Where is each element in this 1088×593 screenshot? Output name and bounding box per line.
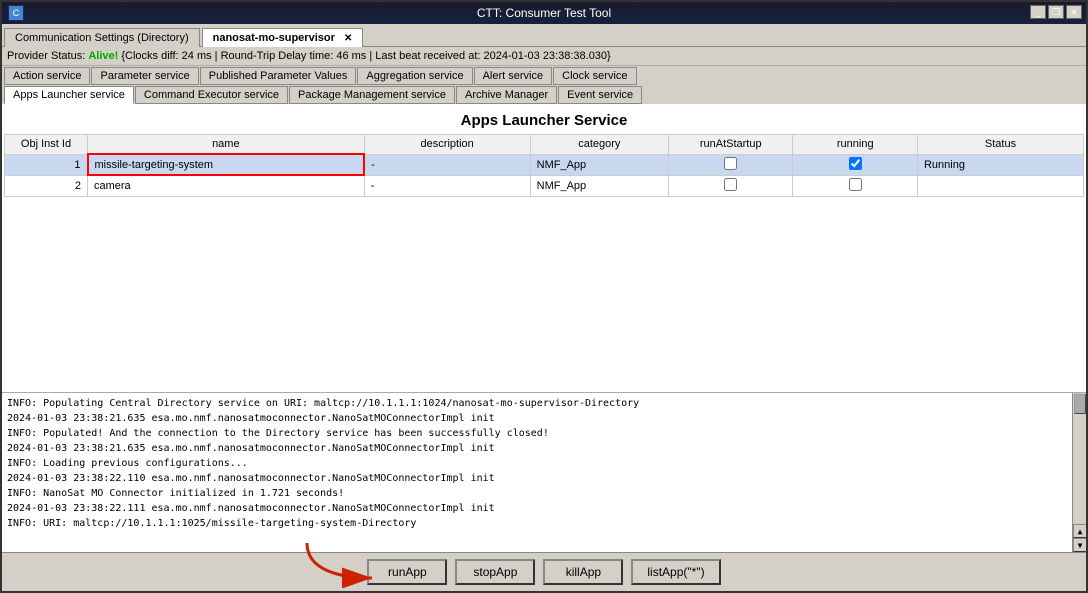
scroll-down-button[interactable]: ▼ bbox=[1073, 538, 1086, 552]
table-row[interactable]: 2 camera - NMF_App bbox=[5, 175, 1084, 196]
cell-id: 1 bbox=[5, 154, 88, 175]
cell-running bbox=[793, 154, 918, 175]
cell-name: missile-targeting-system bbox=[88, 154, 365, 175]
tab-parameter-service[interactable]: Parameter service bbox=[91, 67, 198, 85]
running-checkbox-2[interactable] bbox=[849, 178, 862, 191]
tab-close-icon[interactable]: ✕ bbox=[344, 33, 352, 44]
runatstartup-checkbox-1[interactable] bbox=[724, 157, 737, 170]
col-header-running: running bbox=[793, 135, 918, 155]
list-app-button[interactable]: listApp("*") bbox=[631, 559, 720, 585]
scroll-up-button[interactable]: ▲ bbox=[1073, 524, 1086, 538]
cell-id: 2 bbox=[5, 175, 88, 196]
col-header-status: Status bbox=[917, 135, 1083, 155]
log-area[interactable]: INFO: Populating Central Directory servi… bbox=[2, 392, 1086, 552]
col-header-runatstartup: runAtStartup bbox=[668, 135, 793, 155]
running-checkbox-1[interactable] bbox=[849, 157, 862, 170]
button-bar: runApp stopApp killApp listApp("*") bbox=[2, 552, 1086, 591]
log-line: INFO: Loading previous configurations... bbox=[7, 456, 1081, 471]
apps-table: Obj Inst Id name description category ru… bbox=[4, 134, 1084, 197]
provider-status-bar: Provider Status: Alive! {Clocks diff: 24… bbox=[2, 47, 1086, 66]
restore-button[interactable]: ❐ bbox=[1048, 5, 1064, 19]
col-header-description: description bbox=[364, 135, 530, 155]
tab-nanosat-supervisor[interactable]: nanosat-mo-supervisor ✕ bbox=[202, 28, 364, 47]
alive-status: Alive! bbox=[88, 50, 121, 62]
tab-clock-service[interactable]: Clock service bbox=[553, 67, 636, 85]
scrollbar-thumb[interactable] bbox=[1074, 394, 1086, 414]
col-header-id: Obj Inst Id bbox=[5, 135, 88, 155]
run-app-button[interactable]: runApp bbox=[367, 559, 447, 585]
cell-name: camera bbox=[88, 175, 365, 196]
minimize-button[interactable]: _ bbox=[1030, 5, 1046, 19]
cell-description: - bbox=[364, 154, 530, 175]
log-line: 2024-01-03 23:38:22.110 esa.mo.nmf.nanos… bbox=[7, 471, 1081, 486]
tab-aggregation-service[interactable]: Aggregation service bbox=[357, 67, 472, 85]
tab-apps-launcher[interactable]: Apps Launcher service bbox=[4, 86, 134, 104]
log-scrollbar[interactable]: ▲ ▼ bbox=[1072, 393, 1086, 552]
content-title: Apps Launcher Service bbox=[2, 104, 1086, 134]
tab-event-service[interactable]: Event service bbox=[558, 86, 642, 104]
cell-category: NMF_App bbox=[530, 154, 668, 175]
stop-app-button[interactable]: stopApp bbox=[455, 559, 535, 585]
log-line: INFO: Populated! And the connection to t… bbox=[7, 426, 1081, 441]
cell-runatstartup bbox=[668, 175, 793, 196]
titlebar: C CTT: Consumer Test Tool _ ❐ ✕ bbox=[2, 2, 1086, 24]
col-header-name: name bbox=[88, 135, 365, 155]
cell-status bbox=[917, 175, 1083, 196]
log-line: 2024-01-03 23:38:22.111 esa.mo.nmf.nanos… bbox=[7, 501, 1081, 516]
kill-app-button[interactable]: killApp bbox=[543, 559, 623, 585]
table-spacer bbox=[2, 197, 1086, 393]
tab-command-executor[interactable]: Command Executor service bbox=[135, 86, 288, 104]
tab-communication-settings[interactable]: Communication Settings (Directory) bbox=[4, 28, 200, 47]
tab-alert-service[interactable]: Alert service bbox=[474, 67, 553, 85]
table-wrapper: Obj Inst Id name description category ru… bbox=[2, 134, 1086, 197]
tab-bar: Communication Settings (Directory) nanos… bbox=[2, 24, 1086, 47]
log-line: INFO: URI: maltcp://10.1.1.1:1025/missil… bbox=[7, 516, 1081, 531]
service-tabs-row2: Apps Launcher service Command Executor s… bbox=[2, 85, 1086, 104]
tab-archive-manager[interactable]: Archive Manager bbox=[456, 86, 557, 104]
window-controls: _ ❐ ✕ bbox=[1030, 5, 1082, 19]
service-tabs-row1: Action service Parameter service Publish… bbox=[2, 66, 1086, 85]
window-title: CTT: Consumer Test Tool bbox=[477, 6, 611, 20]
table-row[interactable]: 1 missile-targeting-system - NMF_App bbox=[5, 154, 1084, 175]
log-line: INFO: Populating Central Directory servi… bbox=[7, 396, 1081, 411]
status-details: {Clocks diff: 24 ms | Round-Trip Delay t… bbox=[121, 50, 610, 62]
cell-running bbox=[793, 175, 918, 196]
log-line: 2024-01-03 23:38:21.635 esa.mo.nmf.nanos… bbox=[7, 411, 1081, 426]
main-window: C CTT: Consumer Test Tool _ ❐ ✕ Communic… bbox=[0, 0, 1088, 593]
tab-action-service[interactable]: Action service bbox=[4, 67, 90, 85]
cell-category: NMF_App bbox=[530, 175, 668, 196]
app-icon: C bbox=[8, 5, 24, 21]
log-line: INFO: NanoSat MO Connector initialized i… bbox=[7, 486, 1081, 501]
cell-status: Running bbox=[917, 154, 1083, 175]
close-button[interactable]: ✕ bbox=[1066, 5, 1082, 19]
tab-published-params[interactable]: Published Parameter Values bbox=[200, 67, 357, 85]
status-prefix: Provider Status: bbox=[7, 50, 85, 62]
runatstartup-checkbox-2[interactable] bbox=[724, 178, 737, 191]
log-line: 2024-01-03 23:38:21.635 esa.mo.nmf.nanos… bbox=[7, 441, 1081, 456]
tab-package-management[interactable]: Package Management service bbox=[289, 86, 455, 104]
cell-runatstartup bbox=[668, 154, 793, 175]
cell-description: - bbox=[364, 175, 530, 196]
col-header-category: category bbox=[530, 135, 668, 155]
content-section: Apps Launcher Service Obj Inst Id name d… bbox=[2, 104, 1086, 552]
